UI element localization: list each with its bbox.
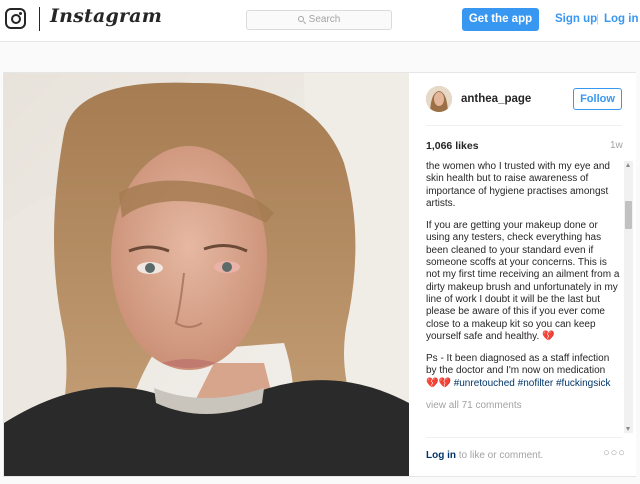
post-caption: the women who I trusted with my eye and … — [426, 161, 620, 431]
logo-divider — [39, 7, 40, 31]
post-photo[interactable] — [4, 73, 409, 476]
login-link[interactable]: Log in — [426, 450, 456, 461]
divider — [426, 437, 622, 438]
avatar-illustration — [426, 86, 452, 112]
login-prompt-text: to like or comment. — [456, 450, 544, 461]
post-sidebar: anthea_page Follow 1,066 likes 1w the wo… — [410, 73, 636, 476]
top-navigation-bar: Instagram Search Get the app Sign up | L… — [0, 0, 640, 42]
search-placeholder: Search — [308, 14, 341, 25]
hashtag-link[interactable]: #fuckingsick — [556, 378, 610, 389]
sign-up-link[interactable]: Sign up — [555, 13, 597, 25]
caption-ps: Ps - It been diagnosed as a staff infect… — [426, 353, 620, 390]
caption-scrollbar[interactable] — [624, 161, 633, 433]
divider — [426, 125, 622, 126]
hashtag-link[interactable]: #unretouched — [454, 378, 515, 389]
login-prompt: Log in to like or comment. — [426, 450, 543, 461]
get-the-app-button[interactable]: Get the app — [462, 8, 539, 31]
caption-paragraph: If you are getting your makeup done or u… — [426, 220, 620, 342]
avatar[interactable] — [426, 86, 452, 112]
log-in-link[interactable]: Log in — [604, 13, 639, 25]
scroll-down-arrow-icon[interactable] — [626, 427, 630, 431]
caption-paragraph: the women who I trusted with my eye and … — [426, 161, 610, 209]
scroll-up-arrow-icon[interactable] — [626, 163, 630, 167]
nav-separator: | — [596, 13, 599, 25]
post-timestamp[interactable]: 1w — [610, 140, 623, 151]
post-card: anthea_page Follow 1,066 likes 1w the wo… — [3, 72, 636, 477]
scrollbar-thumb[interactable] — [625, 201, 632, 229]
post-username[interactable]: anthea_page — [461, 93, 531, 105]
follow-button[interactable]: Follow — [573, 88, 622, 110]
search-icon — [297, 16, 304, 22]
hashtag-link[interactable]: #nofilter — [518, 378, 554, 389]
instagram-camera-icon[interactable] — [5, 8, 26, 29]
like-count[interactable]: 1,066 likes — [426, 140, 479, 152]
more-options-icon[interactable]: ○○○ — [603, 447, 626, 459]
selfie-illustration — [4, 73, 409, 476]
search-input[interactable]: Search — [246, 10, 392, 30]
instagram-wordmark[interactable]: Instagram — [50, 5, 162, 27]
view-all-comments-link[interactable]: view all 71 comments — [426, 400, 620, 412]
